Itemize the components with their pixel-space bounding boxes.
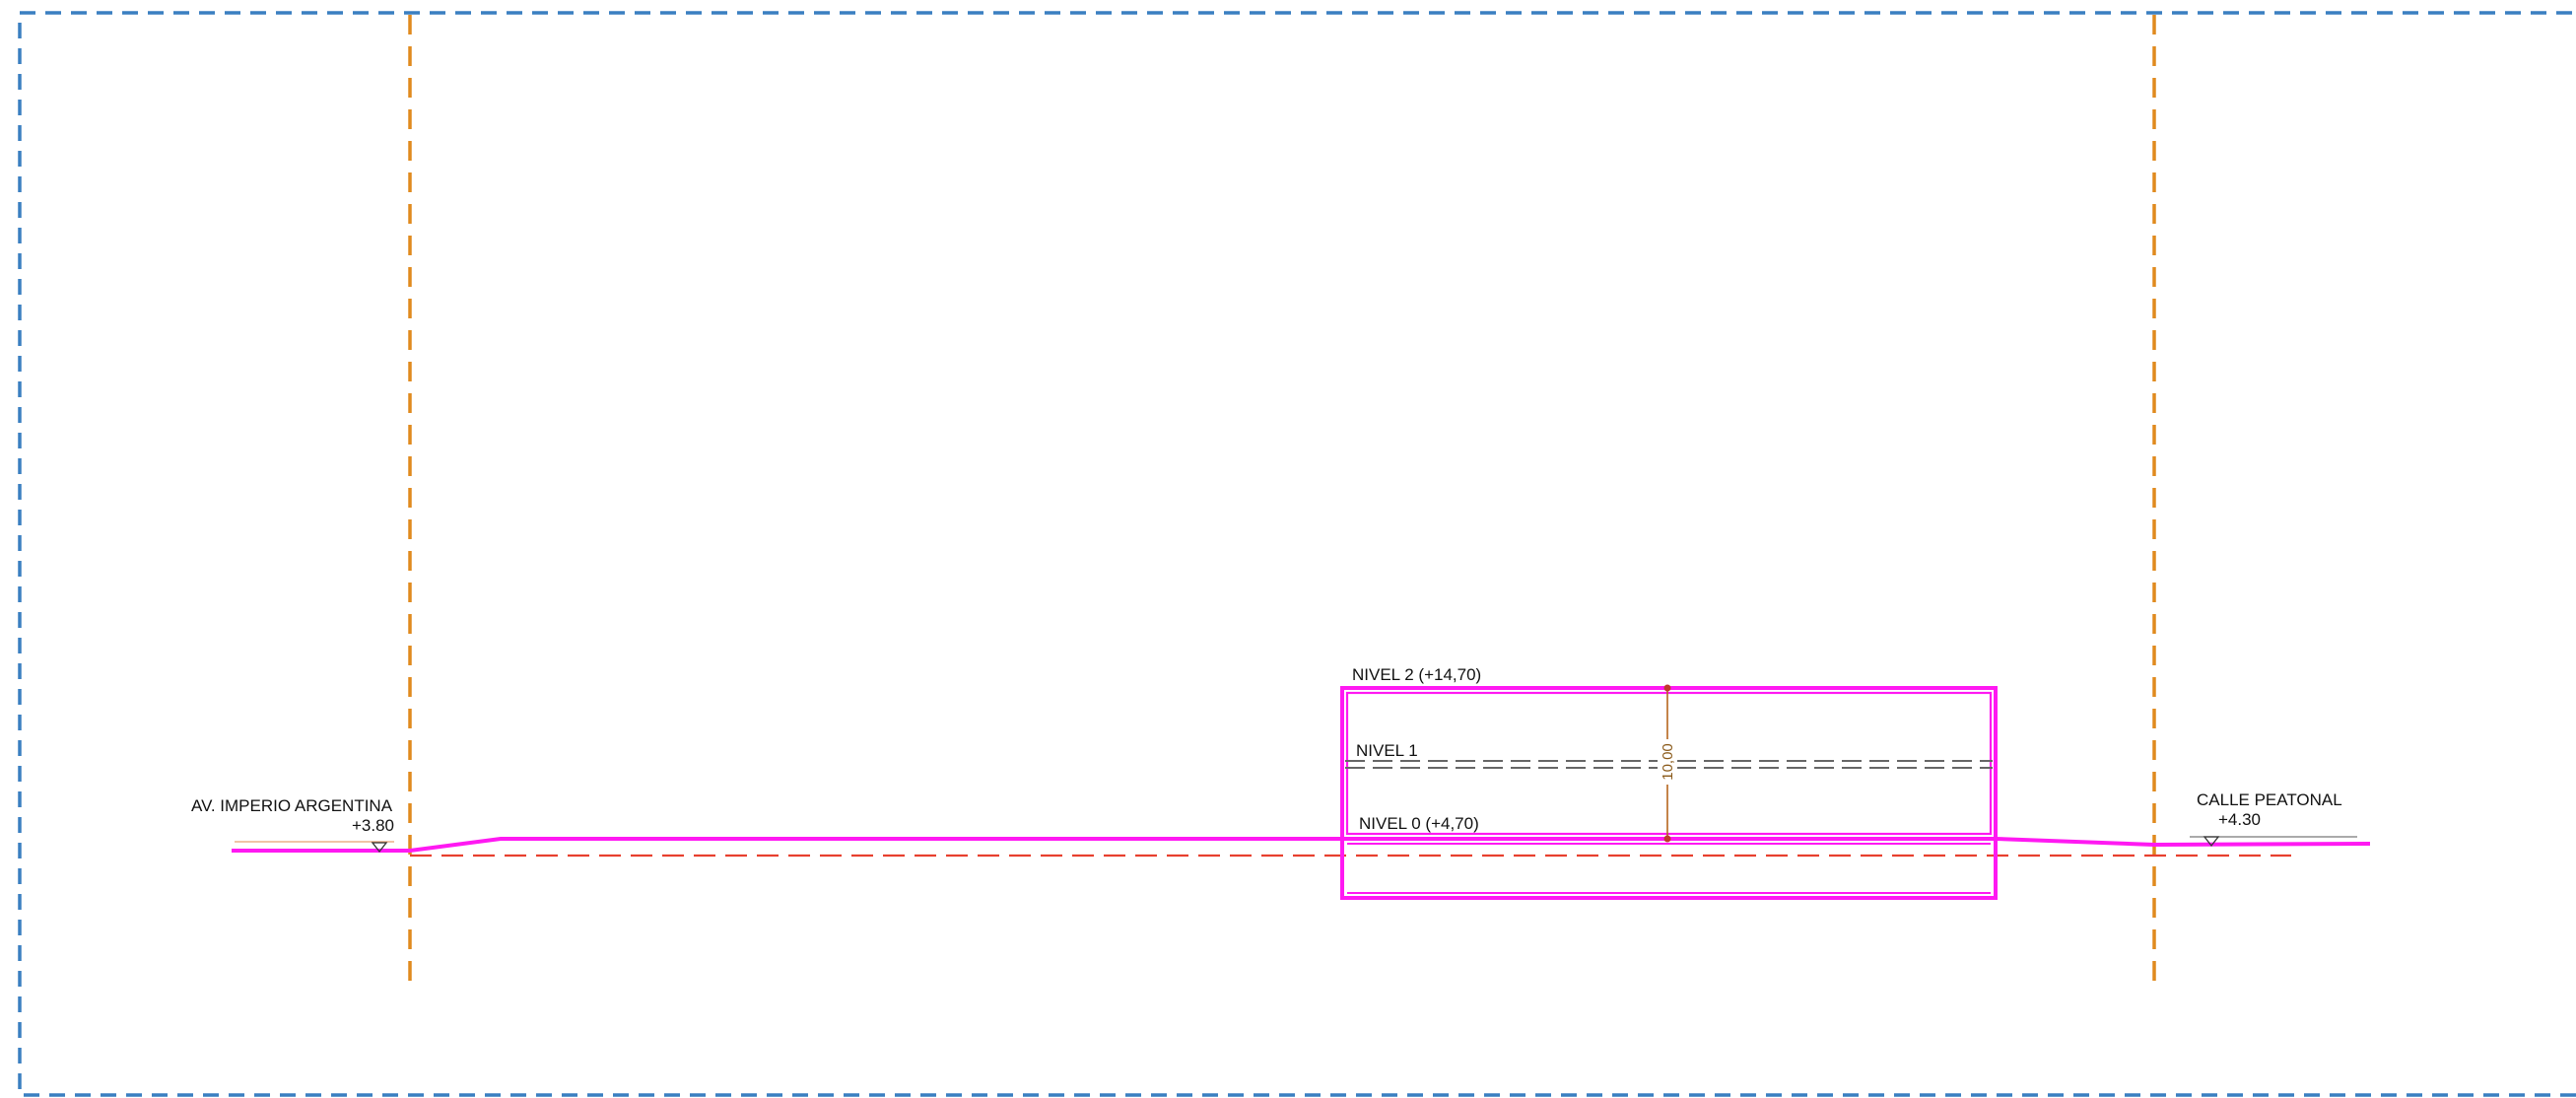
right-street-label: CALLE PEATONAL: [2197, 790, 2342, 809]
ground-profile-right: [1995, 837, 2371, 848]
ground-profile-left: [232, 837, 1342, 853]
level-2-label: NIVEL 2 (+14,70): [1352, 665, 1481, 684]
level-0-label: NIVEL 0 (+4,70): [1359, 814, 1479, 833]
basement-volume: [1340, 837, 1998, 900]
drawing-canvas: 10,00 AV. IMPERIO ARGENTINA +3.80 CALLE …: [0, 0, 2576, 1098]
dimension-end-top: [1663, 684, 1671, 692]
level-1-label: NIVEL 1: [1356, 741, 1418, 760]
dimension-end-bottom: [1663, 835, 1671, 843]
dimension-height-label: 10,00: [1660, 743, 1676, 781]
left-street-label: AV. IMPERIO ARGENTINA: [191, 796, 393, 815]
left-elevation-label: +3.80: [352, 816, 394, 835]
site-boundary: [18, 11, 2576, 1097]
right-elevation-label: +4.30: [2218, 810, 2261, 829]
section-drawing: 10,00 AV. IMPERIO ARGENTINA +3.80 CALLE …: [18, 11, 2576, 1097]
